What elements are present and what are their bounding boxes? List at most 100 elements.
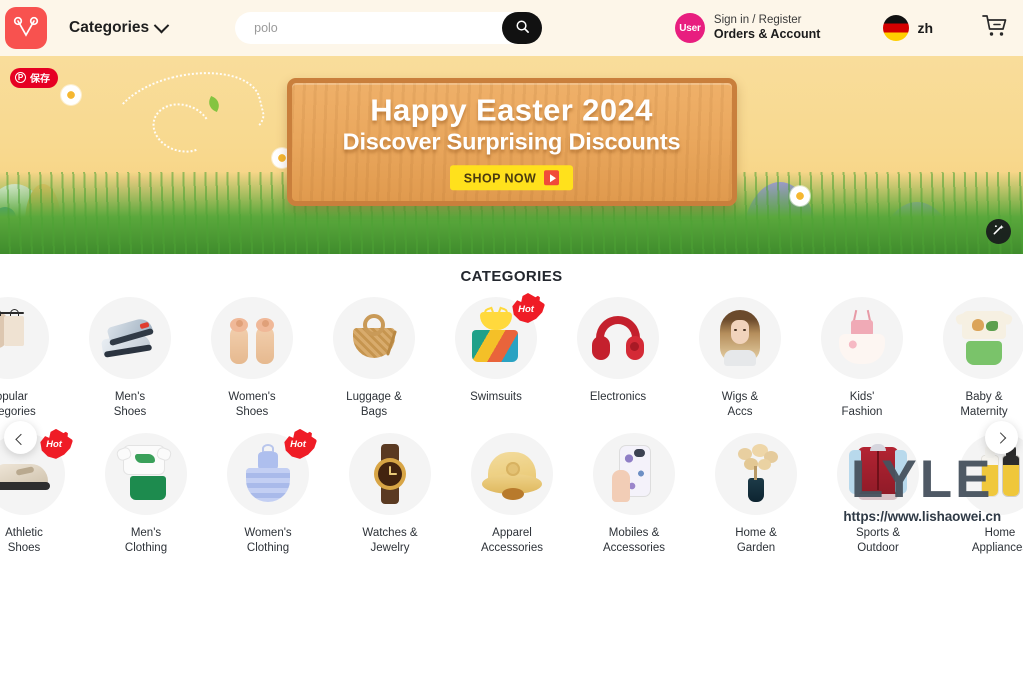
categories-menu-label: Categories — [69, 19, 150, 36]
banner-magic-button[interactable] — [986, 219, 1011, 244]
hot-badge: Hot — [39, 428, 73, 459]
category-thumbnail — [699, 297, 781, 379]
category-thumbnail: Hot — [227, 428, 317, 515]
category-thumbnail — [593, 432, 675, 515]
sneakers-icon — [100, 308, 160, 368]
category-item-womens-clothing[interactable]: Hot Women's Clothing — [207, 428, 329, 556]
promo-banner[interactable]: Happy Easter 2024 Discover Surprising Di… — [0, 56, 1023, 254]
category-thumbnail — [821, 297, 903, 379]
germany-flag-icon — [883, 15, 910, 41]
shop-now-button[interactable]: SHOP NOW — [449, 165, 574, 191]
category-label: Apparel Accessories — [481, 526, 543, 554]
category-thumbnail — [471, 432, 553, 515]
category-item-home-garden[interactable]: Home & Garden — [695, 432, 817, 556]
category-thumbnail — [349, 432, 431, 515]
category-label: Swimsuits — [470, 391, 522, 403]
daisy-decoration — [58, 82, 84, 108]
clothes-rack-icon — [0, 308, 38, 368]
category-label: Women's Clothing — [244, 526, 292, 554]
category-item-mens-clothing[interactable]: Men's Clothing — [85, 432, 207, 556]
categories-prev-button[interactable] — [4, 421, 37, 454]
categories-row-1: Popular Categories Men's Shoes — [0, 293, 1023, 420]
account-menu[interactable]: User Sign in / Register Orders & Account — [674, 13, 820, 43]
banner-title: Happy Easter 2024 — [370, 92, 653, 128]
chevron-left-icon — [14, 433, 27, 445]
baby-outfit-icon — [954, 308, 1014, 368]
language-selector[interactable]: zh — [883, 15, 933, 41]
categories-menu-button[interactable]: Categories — [69, 17, 170, 37]
search-button[interactable] — [502, 12, 543, 44]
category-thumbnail — [943, 297, 1023, 379]
category-item-womens-shoes[interactable]: Women's Shoes — [191, 297, 313, 420]
category-label: Sports & Outdoor — [855, 526, 901, 554]
pinterest-icon: P — [15, 72, 26, 83]
banner-text-block: Happy Easter 2024 Discover Surprising Di… — [292, 92, 732, 191]
category-label: Popular Categories — [0, 391, 36, 418]
hot-badge-label: Hot — [290, 439, 306, 451]
shopping-cart-icon — [981, 13, 1009, 44]
hot-badge-label: Hot — [46, 439, 62, 451]
straw-bag-icon — [344, 308, 404, 368]
cart-button[interactable] — [981, 13, 1009, 44]
tshirt-shorts-icon — [116, 444, 176, 504]
category-item-mens-shoes[interactable]: Men's Shoes — [69, 297, 191, 420]
category-thumbnail — [211, 297, 293, 379]
category-item-popular-categories[interactable]: Popular Categories — [0, 297, 69, 420]
watch-icon — [360, 443, 420, 504]
chevron-right-icon — [994, 431, 1006, 444]
categories-row-2: Hot Athletic Shoes Men's Clothing Hot Wo… — [0, 428, 1023, 556]
play-icon — [544, 170, 560, 186]
category-label: Men's Clothing — [124, 526, 168, 554]
categories-heading: CATEGORIES — [460, 268, 563, 285]
category-item-sports-outdoor[interactable]: Sports & Outdoor — [817, 432, 939, 556]
headphones-icon — [588, 308, 648, 368]
hot-badge: Hot — [511, 293, 545, 323]
hot-badge: Hot — [283, 428, 317, 459]
categories-next-button[interactable] — [985, 421, 1018, 454]
hot-badge-label: Hot — [518, 303, 534, 315]
avatar: User — [674, 13, 705, 43]
category-item-swimsuits[interactable]: Hot Swimsuits — [435, 293, 557, 405]
shop-now-label: SHOP NOW — [463, 171, 537, 186]
category-thumbnail: Hot — [455, 293, 545, 379]
wig-icon — [710, 308, 770, 368]
category-thumbnail — [333, 297, 415, 379]
daisy-decoration — [787, 183, 813, 209]
category-item-baby-maternity[interactable]: Baby & Maternity — [923, 297, 1023, 420]
banner-signboard: Happy Easter 2024 Discover Surprising Di… — [286, 78, 737, 206]
category-thumbnail — [837, 432, 919, 515]
category-item-mobiles-accessories[interactable]: Mobiles & Accessories — [573, 432, 695, 556]
category-item-electronics[interactable]: Electronics — [557, 297, 679, 405]
category-label: Women's Shoes — [228, 391, 276, 418]
category-item-apparel-accessories[interactable]: Apparel Accessories — [451, 432, 573, 556]
sun-hat-icon — [482, 444, 542, 504]
category-item-kids-fashion[interactable]: Kids' Fashion — [801, 297, 923, 420]
category-thumbnail — [577, 297, 659, 379]
search-bar — [235, 12, 543, 44]
category-thumbnail — [105, 432, 187, 515]
pinterest-save-button[interactable]: P 保存 — [10, 68, 58, 88]
site-logo[interactable] — [5, 7, 47, 49]
category-item-watches-jewelry[interactable]: Watches & Jewelry — [329, 432, 451, 556]
search-input[interactable] — [235, 12, 543, 44]
kids-dress-icon — [832, 308, 892, 368]
search-icon — [515, 19, 530, 37]
cycling-jersey-icon — [848, 443, 908, 504]
category-item-wigs-accs[interactable]: Wigs & Accs — [679, 297, 801, 420]
category-label: Baby & Maternity — [960, 391, 1008, 418]
pinterest-save-label: 保存 — [30, 74, 50, 85]
category-item-luggage-bags[interactable]: Luggage & Bags — [313, 297, 435, 420]
sandals-icon — [222, 308, 282, 368]
magic-wand-icon — [992, 223, 1005, 241]
category-label: Wigs & Accs — [721, 391, 759, 418]
site-header: Categories User Sign in / Register Order… — [0, 0, 1023, 56]
category-thumbnail — [89, 297, 171, 379]
sign-in-register-label: Sign in / Register — [713, 14, 802, 27]
category-thumbnail — [715, 432, 797, 515]
vase-flowers-icon — [726, 443, 786, 504]
phone-case-icon — [604, 444, 664, 504]
category-label: Men's Shoes — [113, 391, 147, 418]
banner-subtitle: Discover Surprising Discounts — [342, 128, 681, 155]
category-thumbnail — [0, 297, 49, 379]
category-label: Home Appliances — [971, 526, 1023, 554]
